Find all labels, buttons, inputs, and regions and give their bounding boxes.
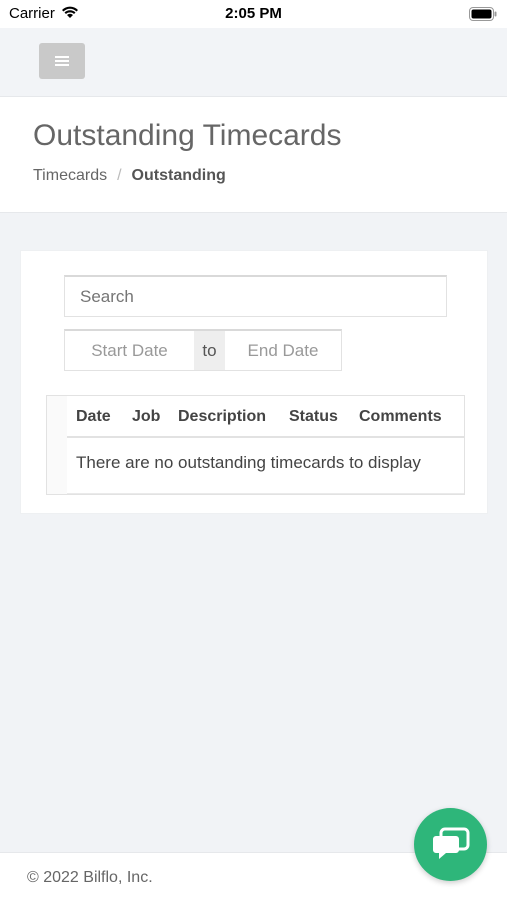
breadcrumb-current: Outstanding (131, 167, 226, 184)
table-scrollbar (67, 493, 464, 494)
clock: 2:05 PM (225, 5, 282, 22)
page-header: Outstanding Timecards Timecards / Outstand… (0, 97, 507, 213)
breadcrumb: Timecards / Outstanding (33, 167, 226, 185)
column-header-description[interactable]: Description (178, 408, 266, 426)
battery-icon (469, 7, 497, 25)
copyright-text: © 2022 Bilflo, Inc. (27, 869, 153, 886)
empty-table-message: There are no outstanding timecards to di… (76, 453, 421, 472)
date-range: Start Date to End Date (64, 329, 342, 371)
search-input[interactable] (64, 275, 447, 317)
date-range-to-label: to (194, 331, 225, 370)
page-title: Outstanding Timecards (33, 119, 342, 152)
table-scroll-area[interactable]: Date Job Description Status Comments The… (67, 396, 464, 494)
breadcrumb-separator: / (117, 167, 122, 184)
column-header-status[interactable]: Status (289, 408, 338, 426)
top-bar (0, 28, 507, 97)
column-header-job[interactable]: Job (132, 408, 160, 426)
menu-button[interactable] (39, 43, 85, 79)
status-bar: Carrier 2:05 PM (0, 0, 507, 28)
chat-bubble-icon (432, 827, 469, 859)
timecards-table: Date Job Description Status Comments The… (46, 395, 465, 495)
breadcrumb-timecards-link[interactable]: Timecards (33, 167, 107, 184)
chat-button[interactable] (414, 808, 487, 881)
end-date-field[interactable]: End Date (225, 331, 341, 370)
timecards-panel: Start Date to End Date Date Job Descript… (20, 250, 488, 514)
column-header-comments[interactable]: Comments (359, 408, 442, 426)
column-header-date[interactable]: Date (76, 408, 111, 426)
start-date-field[interactable]: Start Date (65, 331, 194, 370)
hamburger-icon (55, 56, 69, 66)
table-header: Date Job Description Status Comments (67, 396, 464, 438)
